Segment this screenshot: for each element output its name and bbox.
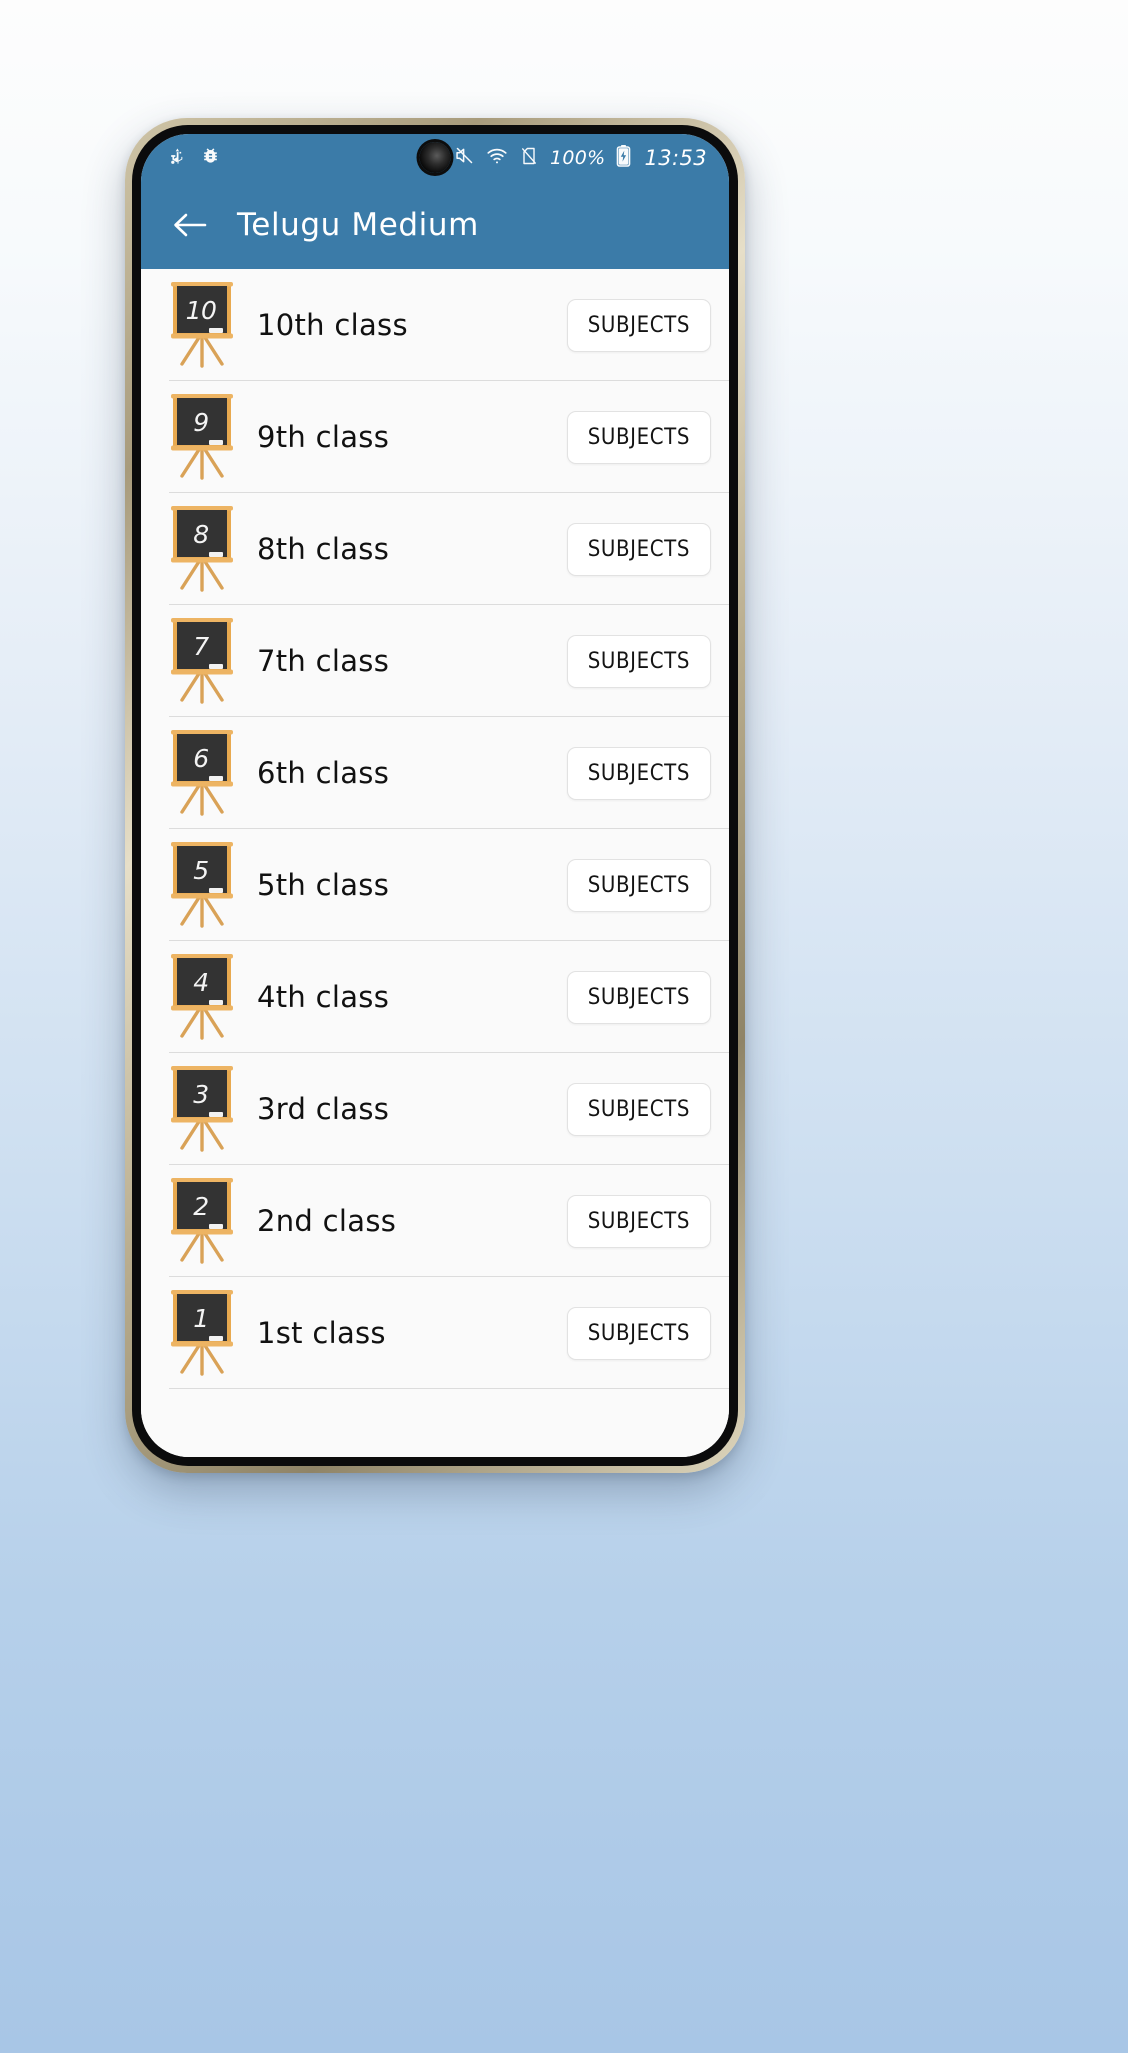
class-name-label: 9th class: [257, 420, 390, 454]
subjects-button[interactable]: SUBJECTS: [566, 522, 711, 576]
class-name-label: 5th class: [257, 868, 390, 902]
class-name-label: 4th class: [257, 980, 390, 1014]
subjects-button[interactable]: SUBJECTS: [566, 1306, 711, 1360]
front-camera-punch-hole: [419, 142, 451, 173]
battery-charging-icon: [616, 144, 631, 172]
no-sim-icon: [519, 146, 539, 170]
blackboard-easel-icon: 6: [169, 728, 235, 818]
subjects-button[interactable]: SUBJECTS: [566, 858, 711, 912]
class-row[interactable]: 1 1st class SUBJECTS: [141, 1277, 729, 1389]
blackboard-easel-icon: 3: [169, 1064, 235, 1154]
class-list[interactable]: 10 10th class SUBJECTS 9 9th class SUBJECTS 8 8…: [141, 269, 729, 1457]
subjects-button[interactable]: SUBJECTS: [566, 970, 711, 1024]
subjects-button[interactable]: SUBJECTS: [566, 1082, 711, 1136]
clock-label: 13:53: [644, 145, 707, 170]
blackboard-easel-icon: 4: [169, 952, 235, 1042]
bug-icon: [201, 146, 220, 169]
subjects-button[interactable]: SUBJECTS: [566, 634, 711, 688]
blackboard-easel-icon: 8: [169, 504, 235, 594]
class-name-label: 6th class: [257, 756, 390, 790]
class-name-label: 8th class: [257, 532, 390, 566]
phone-bezel: 100% 13:53 Telugu Medium 10 10th class S…: [132, 125, 738, 1466]
status-bar-left-icons: [167, 146, 220, 170]
status-bar-right-icons: 100% 13:53: [422, 144, 707, 172]
class-row[interactable]: 3 3rd class SUBJECTS: [141, 1053, 729, 1165]
phone-screen: 100% 13:53 Telugu Medium 10 10th class S…: [141, 134, 729, 1457]
class-row[interactable]: 2 2nd class SUBJECTS: [141, 1165, 729, 1277]
subjects-button[interactable]: SUBJECTS: [566, 410, 711, 464]
phone-device-frame: 100% 13:53 Telugu Medium 10 10th class S…: [125, 118, 745, 1473]
subjects-button[interactable]: SUBJECTS: [566, 298, 711, 352]
back-arrow-icon[interactable]: [167, 202, 213, 248]
class-name-label: 2nd class: [257, 1204, 397, 1238]
class-row[interactable]: 10 10th class SUBJECTS: [141, 269, 729, 381]
class-row[interactable]: 8 8th class SUBJECTS: [141, 493, 729, 605]
subjects-button[interactable]: SUBJECTS: [566, 746, 711, 800]
class-name-label: 10th class: [257, 308, 408, 342]
blackboard-easel-icon: 9: [169, 392, 235, 482]
blackboard-easel-icon: 2: [169, 1176, 235, 1266]
class-name-label: 7th class: [257, 644, 390, 678]
volume-mute-icon: [454, 145, 475, 170]
page-title: Telugu Medium: [237, 207, 479, 243]
wifi-icon: [486, 145, 508, 171]
subjects-button[interactable]: SUBJECTS: [566, 1194, 711, 1248]
blackboard-easel-icon: 7: [169, 616, 235, 706]
class-row[interactable]: 9 9th class SUBJECTS: [141, 381, 729, 493]
class-row[interactable]: 7 7th class SUBJECTS: [141, 605, 729, 717]
blackboard-easel-icon: 1: [169, 1288, 235, 1378]
blackboard-easel-icon: 10: [169, 280, 235, 370]
class-row[interactable]: 5 5th class SUBJECTS: [141, 829, 729, 941]
class-name-label: 1st class: [257, 1316, 386, 1350]
class-row[interactable]: 6 6th class SUBJECTS: [141, 717, 729, 829]
blackboard-easel-icon: 5: [169, 840, 235, 930]
app-bar: Telugu Medium: [141, 181, 729, 269]
usb-icon: [167, 146, 187, 170]
class-row[interactable]: 4 4th class SUBJECTS: [141, 941, 729, 1053]
class-name-label: 3rd class: [257, 1092, 390, 1126]
battery-percent-label: 100%: [549, 146, 606, 169]
